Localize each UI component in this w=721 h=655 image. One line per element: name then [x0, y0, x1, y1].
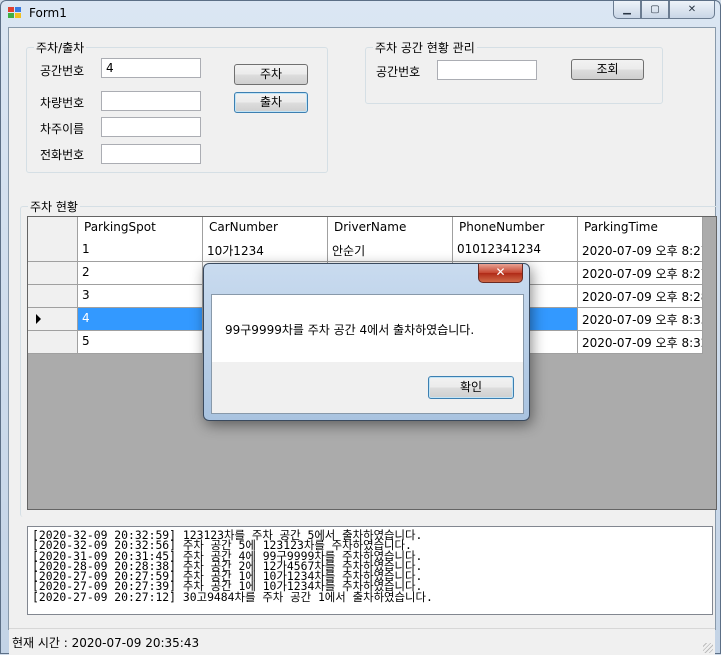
minimize-icon: ▁	[623, 4, 631, 15]
close-icon: ✕	[495, 265, 506, 279]
current-time-label: 현재 시간 : 2020-07-09 20:35:43	[12, 636, 200, 650]
cell-parkingtime[interactable]: 2020-07-09 오후 8:27	[578, 262, 703, 285]
row-header[interactable]	[28, 262, 78, 285]
activity-log-listbox[interactable]: [2020-32-09 20:32:59] 123123차를 주차 공간 5에서…	[27, 526, 713, 615]
space-number-input[interactable]	[101, 58, 201, 78]
cell-parkingspot[interactable]: 5	[78, 331, 203, 354]
current-row-arrow-icon	[36, 314, 41, 324]
space-status-groupbox: 주차 공간 현황 관리 공간번호 조회	[365, 39, 663, 104]
space-number-label: 공간번호	[40, 64, 85, 78]
row-header[interactable]	[28, 239, 78, 262]
close-icon: ✕	[687, 4, 697, 15]
app-icon	[8, 7, 22, 19]
parking-group-title: 주차/출차	[34, 39, 87, 56]
dialog-ok-button[interactable]: 확인	[428, 376, 514, 399]
query-button[interactable]: 조회	[571, 59, 644, 80]
title-bar[interactable]: Form1 ▁ ▢ ✕	[1, 1, 720, 27]
query-space-number-input[interactable]	[437, 60, 537, 80]
driver-name-label: 차주이름	[40, 122, 85, 136]
query-space-number-label: 공간번호	[376, 65, 421, 79]
column-header-phonenumber[interactable]: PhoneNumber	[453, 217, 578, 240]
cell-phonenumber[interactable]: 01012341234	[453, 239, 578, 262]
cell-parkingtime[interactable]: 2020-07-09 오후 8:32	[578, 331, 703, 354]
close-button[interactable]: ✕	[669, 1, 715, 19]
column-header-parkingtime[interactable]: ParkingTime	[578, 217, 703, 240]
parking-groupbox: 주차/출차 공간번호 차량번호 차주이름 전화번호 주차 출차	[26, 39, 328, 173]
message-box-dialog: ✕ 99구9999차를 주차 공간 4에서 출차하였습니다. 확인	[203, 263, 530, 421]
dialog-message-area: 99구9999차를 주차 공간 4에서 출차하였습니다.	[212, 295, 523, 362]
table-row[interactable]: 1 10가1234 안순기 01012341234 2020-07-09 오후 …	[28, 239, 703, 262]
cell-parkingspot[interactable]: 1	[78, 239, 203, 262]
minimize-button[interactable]: ▁	[613, 1, 641, 19]
row-header[interactable]	[28, 308, 78, 331]
row-header[interactable]	[28, 285, 78, 308]
cell-carnumber[interactable]: 10가1234	[203, 239, 328, 262]
window-title: Form1	[29, 6, 67, 20]
park-button[interactable]: 주차	[234, 64, 308, 85]
car-number-label: 차량번호	[40, 96, 85, 110]
column-header-drivername[interactable]: DriverName	[328, 217, 453, 240]
cell-parkingspot[interactable]: 3	[78, 285, 203, 308]
phone-number-label: 전화번호	[40, 148, 85, 162]
parking-status-group-title: 주차 현황	[28, 198, 80, 215]
dialog-body: 99구9999차를 주차 공간 4에서 출차하였습니다. 확인	[211, 294, 524, 414]
cell-parkingspot[interactable]: 2	[78, 262, 203, 285]
row-header[interactable]	[28, 331, 78, 354]
cell-drivername[interactable]: 안순기	[328, 239, 453, 262]
space-status-group-title: 주차 공간 현황 관리	[373, 39, 477, 56]
column-header-carnumber[interactable]: CarNumber	[203, 217, 328, 240]
cell-parkingtime[interactable]: 2020-07-09 오후 8:35	[578, 308, 703, 331]
grid-header-row: ParkingSpot CarNumber DriverName PhoneNu…	[28, 217, 703, 240]
cell-parkingtime[interactable]: 2020-07-09 오후 8:27	[578, 239, 703, 262]
maximize-button[interactable]: ▢	[641, 1, 669, 19]
resize-grip-icon[interactable]	[703, 643, 713, 653]
car-number-input[interactable]	[101, 91, 201, 111]
phone-number-input[interactable]	[101, 144, 201, 164]
list-item[interactable]: [2020-27-09 20:27:12] 30고9484차를 주차 공간 1에…	[32, 591, 712, 603]
exit-button[interactable]: 출차	[234, 92, 308, 113]
column-header-parkingspot[interactable]: ParkingSpot	[78, 217, 203, 240]
dialog-message: 99구9999차를 주차 공간 4에서 출차하였습니다.	[225, 323, 475, 337]
cell-parkingtime[interactable]: 2020-07-09 오후 8:28	[578, 285, 703, 308]
status-bar: 현재 시간 : 2020-07-09 20:35:43	[9, 628, 715, 655]
cell-parkingspot[interactable]: 4	[78, 308, 203, 331]
dialog-close-button[interactable]: ✕	[478, 264, 523, 283]
grid-corner-header[interactable]	[28, 217, 78, 240]
driver-name-input[interactable]	[101, 117, 201, 137]
maximize-icon: ▢	[650, 4, 660, 15]
